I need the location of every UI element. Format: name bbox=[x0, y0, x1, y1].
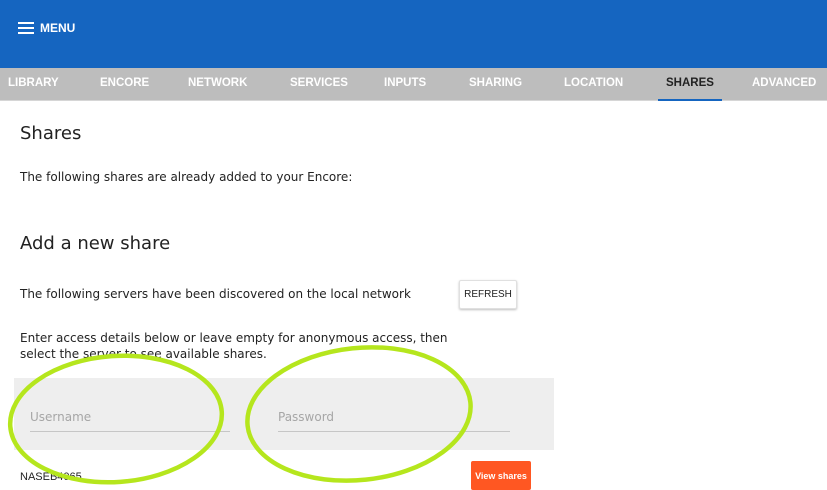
credentials-panel bbox=[14, 378, 554, 450]
tab-encore[interactable]: ENCORE bbox=[100, 68, 149, 101]
tab-location[interactable]: LOCATION bbox=[564, 68, 623, 101]
tab-network[interactable]: NETWORK bbox=[188, 68, 247, 101]
tab-sharing[interactable]: SHARING bbox=[469, 68, 522, 101]
username-input[interactable] bbox=[30, 402, 230, 432]
tab-inputs[interactable]: INPUTS bbox=[384, 68, 426, 101]
server-name: NASEB4065 bbox=[20, 471, 82, 483]
access-details-text: Enter access details below or leave empt… bbox=[20, 331, 448, 361]
tab-advanced[interactable]: ADVANCED bbox=[752, 68, 816, 101]
tab-shares[interactable]: SHARES bbox=[658, 68, 722, 101]
shares-heading: Shares bbox=[20, 123, 82, 144]
app-window: MENU LIBRARY ENCORE NETWORK SERVICES INP… bbox=[0, 0, 827, 490]
tab-library[interactable]: LIBRARY bbox=[8, 68, 59, 101]
add-share-heading: Add a new share bbox=[20, 233, 171, 254]
top-app-bar: MENU bbox=[0, 0, 827, 68]
password-input[interactable] bbox=[278, 402, 510, 432]
refresh-button[interactable]: REFRESH bbox=[459, 280, 517, 309]
discovered-servers-text: The following servers have been discover… bbox=[20, 287, 411, 301]
hamburger-icon bbox=[18, 22, 34, 34]
view-shares-button[interactable]: View shares bbox=[471, 461, 531, 490]
tab-bar: LIBRARY ENCORE NETWORK SERVICES INPUTS S… bbox=[0, 68, 827, 101]
menu-button[interactable]: MENU bbox=[18, 21, 75, 35]
tab-services[interactable]: SERVICES bbox=[290, 68, 348, 101]
existing-shares-text: The following shares are already added t… bbox=[20, 170, 353, 184]
menu-label: MENU bbox=[40, 21, 76, 35]
